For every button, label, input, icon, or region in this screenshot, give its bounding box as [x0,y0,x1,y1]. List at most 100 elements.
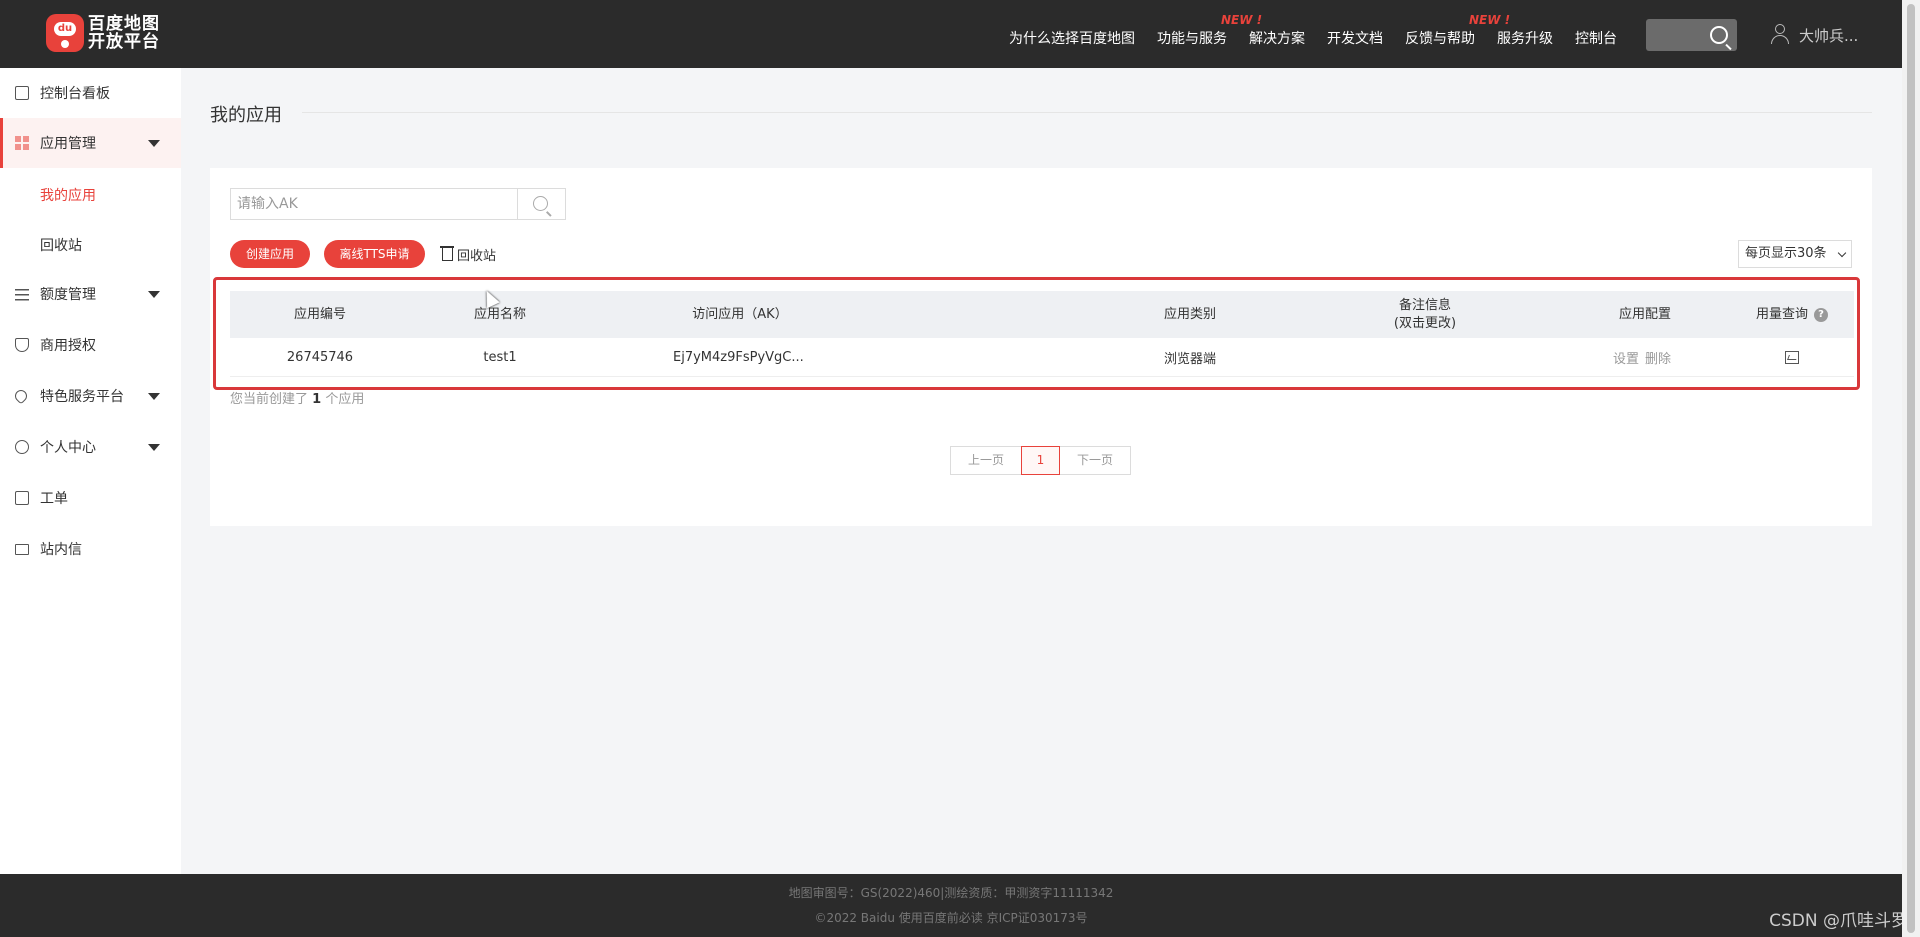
trash-icon [440,246,454,261]
settings-link[interactable]: 设置 [1613,348,1639,367]
cell-category: 浏览器端 [1163,352,1216,367]
cell-note[interactable] [1335,338,1515,377]
cell-config: 设置 删除 [1570,338,1720,377]
logo-badge-icon: du [46,14,84,52]
footer-copyright[interactable]: ©2022 Baidu 使用百度前必读 京ICP证030173号 [0,909,1902,926]
sidebar-item-quota[interactable]: 额度管理 [0,269,181,319]
search-icon[interactable] [1710,26,1728,44]
col-note-hint: (双击更改) [1393,315,1457,331]
logo-badge-text: du [54,22,76,36]
table-header: 应用编号 应用名称 访问应用（AK） 应用类别 备注信息 (双击更改) 应用配置… [230,291,1854,338]
cell-ak[interactable]: Ej7yM4z9FsPyVgC... [673,338,973,377]
col-app-name: 应用名称 [473,306,526,322]
title-divider [302,112,1872,113]
per-page-select[interactable]: 每页显示30条 [1738,240,1852,268]
csdn-watermark: CSDN @爪哇斗罗 [1769,911,1908,931]
sidebar-item-messages[interactable]: 站内信 [0,524,181,574]
count-value: 1 [312,392,322,407]
delete-link[interactable]: 删除 [1645,348,1671,367]
footer: 地图审图号：GS(2022)460|测绘资质：甲测资字11111342 ©202… [0,874,1902,937]
new-badge-feedback: NEW ! [1469,13,1511,27]
recycle-bin-label: 回收站 [457,249,497,264]
sidebar-item-commercial[interactable]: 商用授权 [0,320,181,370]
col-app-id: 应用编号 [293,306,346,322]
cell-app-id: 26745746 [286,350,354,365]
user-icon [15,440,29,454]
sidebar-item-label: 个人中心 [40,440,96,456]
dashboard-icon [15,86,29,100]
page-title: 我的应用 [210,105,282,126]
nav-docs[interactable]: 开发文档 [1327,28,1383,48]
sidebar-item-label: 工单 [40,491,68,507]
recycle-bin-link[interactable]: 回收站 [440,245,497,264]
chevron-down-icon [1837,248,1847,258]
pagination: 上一页 1 下一页 [950,446,1131,475]
help-icon[interactable]: ? [1814,307,1828,322]
cell-app-name: test1 [483,350,517,365]
ak-search-input[interactable] [231,189,517,219]
top-header: du 百度地图 开放平台 为什么选择百度地图 功能与服务 NEW ! 解决方案 … [0,0,1902,68]
header-search[interactable] [1646,19,1737,51]
col-usage: 用量查询 ? [1730,291,1854,338]
sidebar-item-label: 站内信 [40,542,82,558]
scrollbar-thumb[interactable] [1907,4,1915,933]
current-page-button[interactable]: 1 [1021,446,1060,475]
mail-icon [15,543,29,555]
per-page-value: 每页显示30条 [1745,246,1827,261]
logo-line2: 开放平台 [88,32,160,52]
sidebar: 控制台看板 应用管理 我的应用 回收站 额度管理 商用授权 特色服务平台 个人中… [0,68,181,874]
sidebar-item-personal-center[interactable]: 个人中心 [0,422,181,472]
sidebar-item-tickets[interactable]: 工单 [0,473,181,523]
cell-usage [1730,338,1854,377]
create-app-button[interactable]: 创建应用 [230,240,310,268]
col-note-label: 备注信息 [1398,297,1451,313]
scrollbar[interactable] [1902,0,1920,937]
caret-down-icon [148,290,160,298]
pin-icon [61,40,69,48]
logo-text: 百度地图 开放平台 [88,15,160,51]
nav-features[interactable]: 功能与服务 [1157,28,1227,48]
search-icon [533,196,548,211]
footer-license: 地图审图号：GS(2022)460|测绘资质：甲测资字11111342 [788,886,1114,900]
sliders-icon [15,287,29,301]
sidebar-item-label: 控制台看板 [40,86,110,102]
caret-down-icon [148,139,160,147]
col-usage-label: 用量查询 [1755,306,1808,322]
col-ak: 访问应用（AK） [692,306,788,322]
nav-feedback[interactable]: 反馈与帮助 [1405,28,1475,48]
sidebar-item-label: 额度管理 [40,287,96,303]
baidu-map-logo[interactable]: du 百度地图 开放平台 [46,14,160,52]
table-row: 26745746 test1 Ej7yM4z9FsPyVgC... 浏览器端 设… [230,338,1854,377]
col-note: 备注信息 (双击更改) [1335,291,1515,338]
sidebar-item-label: 商用授权 [40,338,96,354]
nav-upgrade[interactable]: 服务升级 [1497,28,1553,48]
offline-tts-button[interactable]: 离线TTS申请 [324,240,425,268]
count-suffix: 个应用 [325,392,365,407]
nav-why-baidu[interactable]: 为什么选择百度地图 [1009,28,1135,48]
shield-icon [15,338,29,352]
ak-search-button[interactable] [517,189,565,219]
usage-chart-icon[interactable] [1785,351,1799,364]
next-page-button[interactable]: 下一页 [1059,446,1131,475]
nav-console[interactable]: 控制台 [1575,28,1617,48]
sidebar-item-special-services[interactable]: 特色服务平台 [0,371,181,421]
user-avatar-icon[interactable] [1771,24,1789,44]
count-prefix: 您当前创建了 [230,392,309,407]
new-badge-features: NEW ! [1221,13,1263,27]
prev-page-button[interactable]: 上一页 [950,446,1022,475]
col-config: 应用配置 [1618,306,1671,322]
col-category: 应用类别 [1163,306,1216,322]
sidebar-subitem-recycle-bin[interactable]: 回收站 [40,235,82,255]
ak-search-box [230,188,566,220]
sidebar-item-label: 应用管理 [40,136,96,152]
app-count-text: 您当前创建了 1 个应用 [230,388,364,407]
caret-down-icon [148,392,160,400]
clipboard-icon [15,491,29,505]
logo-line1: 百度地图 [88,14,160,34]
sidebar-item-label: 特色服务平台 [40,389,124,405]
user-name[interactable]: 大帅兵... [1799,25,1858,46]
sidebar-subitem-my-apps[interactable]: 我的应用 [40,185,96,205]
sidebar-item-dashboard[interactable]: 控制台看板 [0,68,181,118]
sidebar-item-app-management[interactable]: 应用管理 [0,118,181,168]
nav-solutions[interactable]: 解决方案 [1249,28,1305,48]
